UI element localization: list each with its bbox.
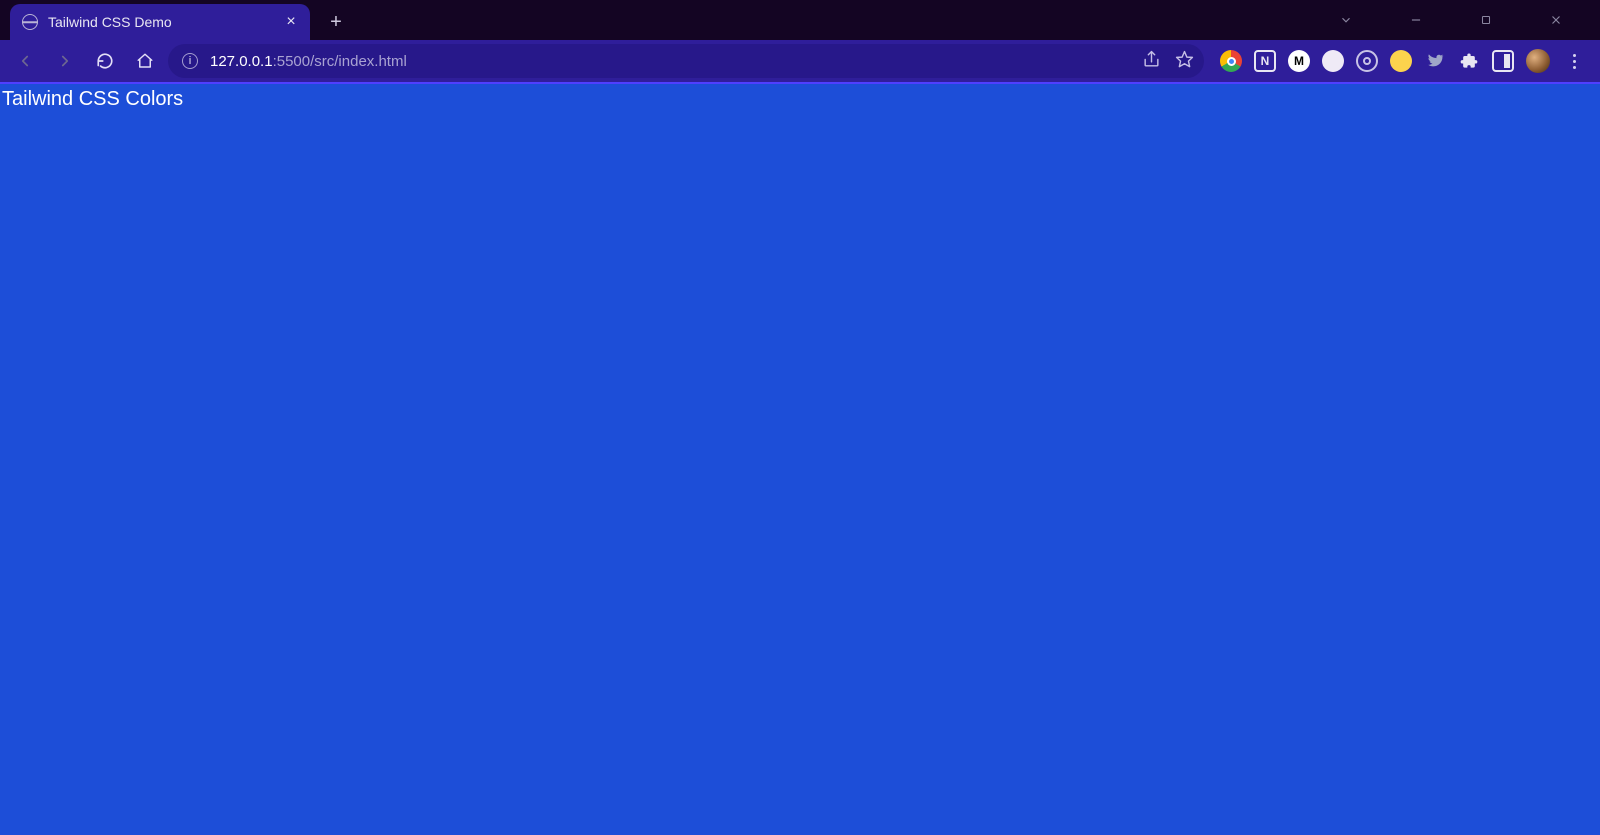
maximize-icon[interactable]	[1466, 13, 1506, 27]
minimize-icon[interactable]	[1396, 13, 1436, 27]
new-tab-button[interactable]: +	[320, 6, 352, 38]
page-viewport: Tailwind CSS Colors	[0, 84, 1600, 835]
home-button[interactable]	[128, 44, 162, 78]
extensions-icon[interactable]	[1458, 50, 1480, 72]
home-icon	[136, 52, 154, 70]
extension-notion-icon[interactable]: N	[1254, 50, 1276, 72]
back-icon	[16, 52, 34, 70]
tab-strip: Tailwind CSS Demo × +	[0, 0, 1600, 40]
window-controls	[1326, 0, 1600, 40]
extension-twitter-icon[interactable]	[1424, 50, 1446, 72]
side-panel-icon[interactable]	[1492, 50, 1514, 72]
close-window-icon[interactable]	[1536, 13, 1576, 27]
globe-icon	[22, 14, 38, 30]
extension-yellow-icon[interactable]	[1390, 50, 1412, 72]
site-info-icon[interactable]: i	[182, 53, 198, 69]
reload-button[interactable]	[88, 44, 122, 78]
browser-tab-active[interactable]: Tailwind CSS Demo ×	[10, 4, 310, 40]
url-host: 127.0.0.1	[210, 53, 273, 70]
back-button[interactable]	[8, 44, 42, 78]
browser-toolbar: i 127.0.0.1:5500/src/index.html N M	[0, 40, 1600, 84]
tab-title: Tailwind CSS Demo	[48, 14, 272, 30]
extension-generic-icon[interactable]	[1322, 50, 1344, 72]
share-icon[interactable]	[1142, 50, 1161, 73]
forward-icon	[56, 52, 74, 70]
bookmark-star-icon[interactable]	[1175, 50, 1194, 73]
url-path: :5500/src/index.html	[273, 53, 407, 70]
page-heading: Tailwind CSS Colors	[0, 84, 1600, 115]
extension-chrome-icon[interactable]	[1220, 50, 1242, 72]
forward-button[interactable]	[48, 44, 82, 78]
profile-avatar[interactable]	[1526, 49, 1550, 73]
close-tab-icon[interactable]: ×	[282, 13, 300, 31]
url-text: 127.0.0.1:5500/src/index.html	[210, 53, 1130, 70]
extension-m-icon[interactable]: M	[1288, 50, 1310, 72]
extension-icons: N M	[1210, 49, 1592, 73]
extension-target-icon[interactable]	[1356, 50, 1378, 72]
reload-icon	[96, 52, 114, 70]
browser-menu-icon[interactable]	[1562, 49, 1586, 73]
address-bar[interactable]: i 127.0.0.1:5500/src/index.html	[168, 44, 1204, 78]
tab-search-icon[interactable]	[1326, 13, 1366, 27]
